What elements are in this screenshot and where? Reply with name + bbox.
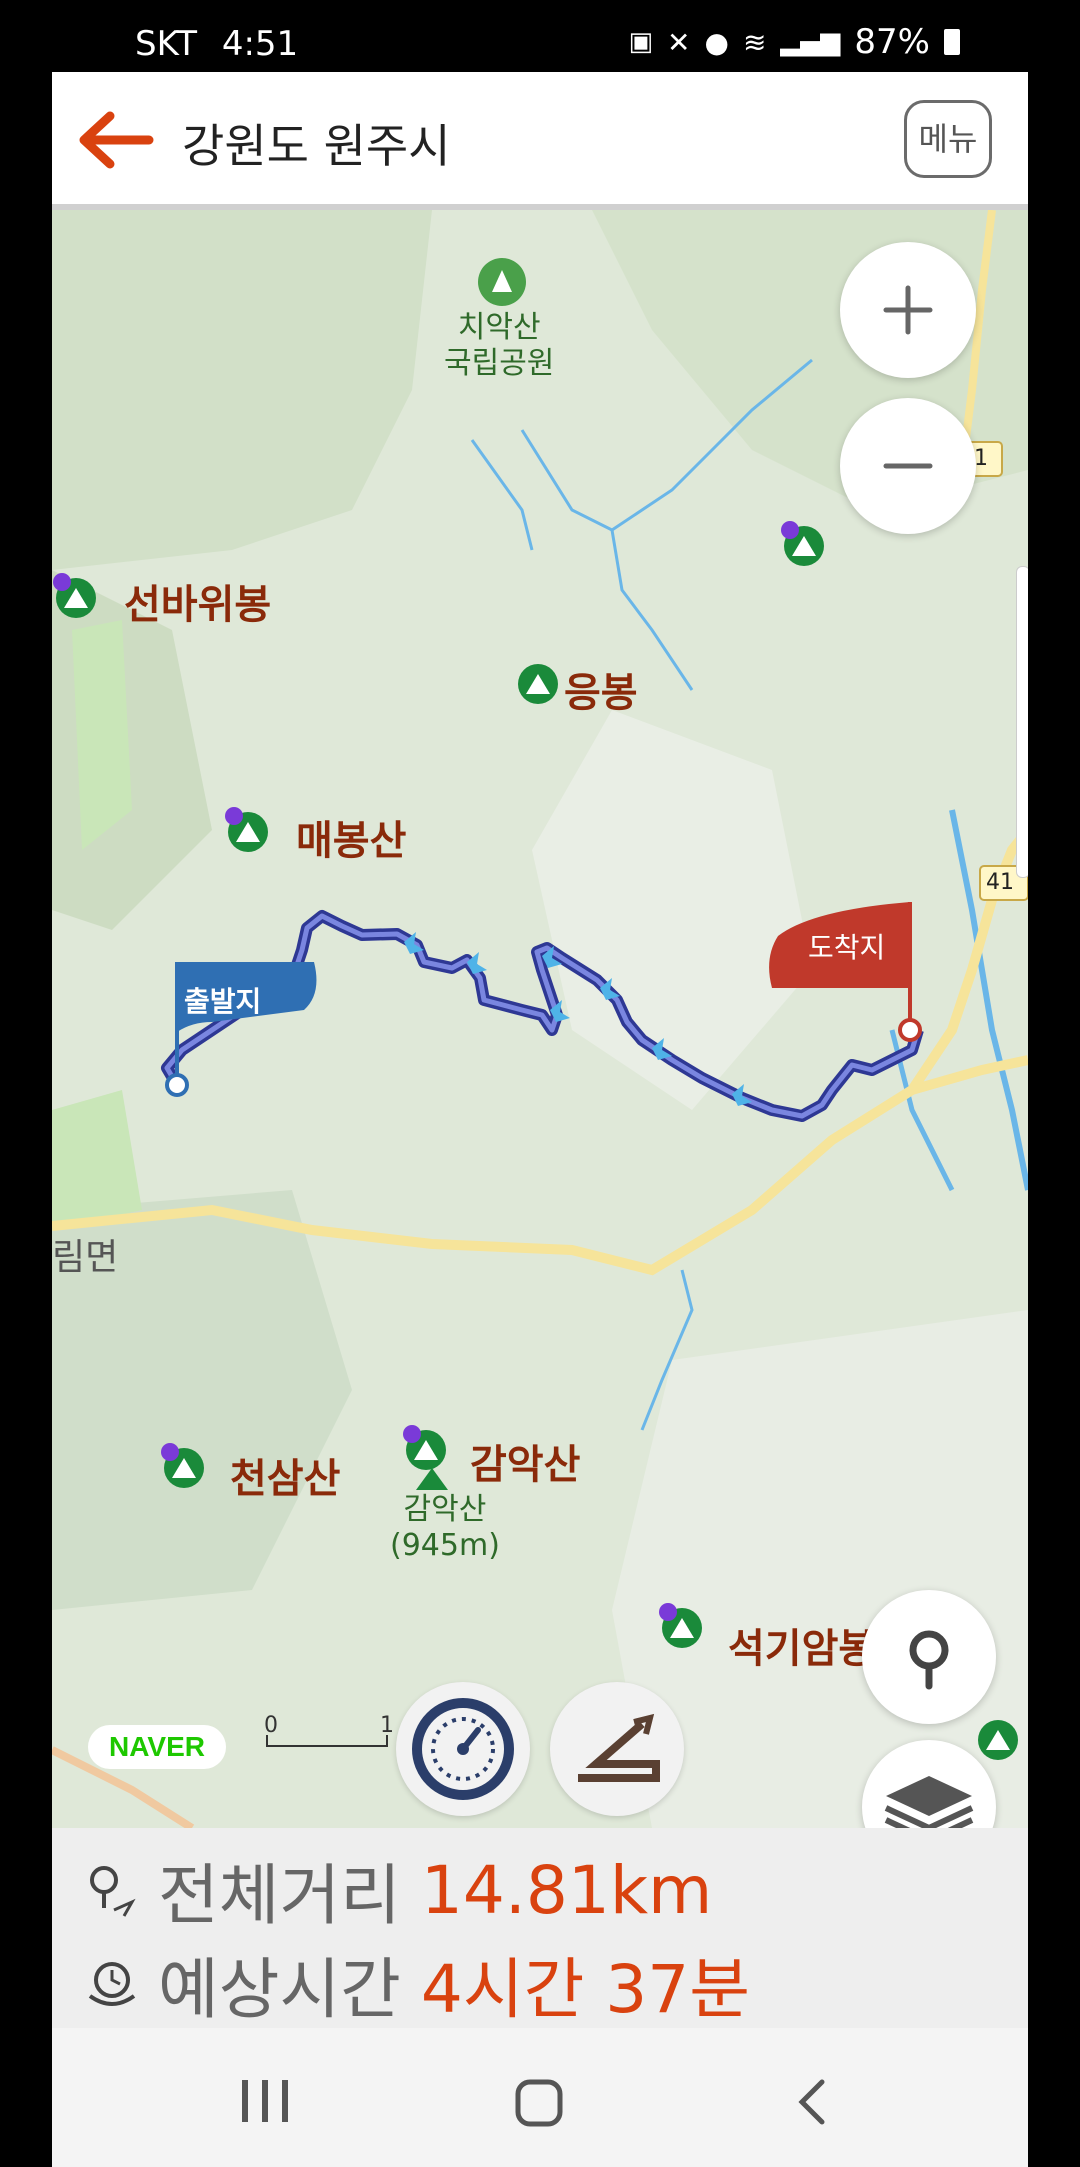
label-seonbawibong: 선바위봉 bbox=[124, 582, 272, 628]
mute-icon: ✕ bbox=[667, 25, 691, 59]
zoom-out-button[interactable] bbox=[840, 398, 976, 534]
my-location-button[interactable] bbox=[862, 1590, 996, 1724]
clock: 4:51 bbox=[221, 24, 299, 64]
battery-saver-icon: ▣ bbox=[628, 27, 654, 57]
battery-level: 87% bbox=[854, 22, 930, 62]
label-chiaksan-park: 치악산 국립공원 bbox=[444, 310, 555, 381]
label-rimmyeon: 림면 bbox=[52, 1237, 119, 1278]
map-view[interactable]: 치악산 국립공원 선바위봉 응봉 매봉산 림면 천삼산 감악산 감악산 (945… bbox=[52, 210, 1028, 1828]
time-label: 예상시간 bbox=[158, 1951, 401, 2028]
back-button[interactable] bbox=[74, 110, 154, 170]
distance-value: 14.81km bbox=[420, 1851, 713, 1929]
zoom-in-button[interactable] bbox=[840, 242, 976, 378]
route-info-panel: 전체거리 14.81km 예상시간 4시간 37분 bbox=[52, 1828, 1028, 2028]
start-flag-label: 출발지 bbox=[184, 985, 262, 1018]
label-maebongsan: 매봉산 bbox=[296, 818, 407, 864]
time-value: 4시간 37분 bbox=[420, 1951, 751, 2028]
back-nav-icon bbox=[798, 2079, 825, 2125]
page-title: 강원도 원주시 bbox=[182, 119, 451, 173]
battery-icon bbox=[944, 29, 960, 55]
distance-label: 전체거리 bbox=[158, 1857, 401, 1934]
elevation-button[interactable] bbox=[550, 1682, 684, 1816]
layers-button[interactable] bbox=[862, 1740, 996, 1828]
label-gamaksan: 감악산 bbox=[470, 1442, 581, 1488]
location-icon bbox=[909, 1630, 949, 1690]
elevation-icon bbox=[578, 1713, 660, 1782]
carrier: SKT bbox=[135, 24, 198, 64]
time-icon bbox=[88, 1962, 136, 2006]
label-eungbong: 응봉 bbox=[564, 670, 638, 716]
nav-buttons bbox=[242, 2079, 825, 2127]
road-shield-41: 41 bbox=[986, 870, 1014, 895]
location-status-icon: ● bbox=[704, 25, 729, 59]
speedometer-button[interactable] bbox=[396, 1682, 530, 1816]
end-flag-label: 도착지 bbox=[808, 931, 886, 964]
layers-icon bbox=[884, 1776, 974, 1828]
back-arrow-icon bbox=[79, 111, 154, 169]
menu-button[interactable]: 메뉴 bbox=[904, 100, 992, 178]
zoom-in-icon bbox=[883, 285, 933, 335]
road-shield-1: 1 bbox=[974, 446, 988, 471]
signal-icon: ▂▄▆ bbox=[780, 27, 841, 57]
naver-logo: NAVER bbox=[88, 1725, 226, 1769]
home-icon bbox=[515, 2079, 563, 2127]
app-screen: 강원도 원주시 메뉴 치악산 국립공원 선바위봉 응봉 매봉산 림면 천삼산 감… bbox=[52, 72, 1028, 2167]
label-gamaksan-elevation: 감악산 (945m) bbox=[390, 1492, 500, 1563]
distance-icon bbox=[90, 1866, 136, 1917]
system-nav-bar bbox=[52, 2028, 1028, 2167]
header: 강원도 원주시 메뉴 bbox=[52, 72, 1028, 210]
wifi-icon: ≋ bbox=[742, 25, 767, 59]
speedometer-icon bbox=[412, 1698, 514, 1800]
zoom-out-icon bbox=[883, 463, 933, 469]
recents-icon bbox=[242, 2080, 288, 2122]
map-side-handle[interactable] bbox=[1016, 566, 1028, 878]
status-bar: SKT 4:51 ▣ ✕ ● ≋ ▂▄▆ 87% bbox=[0, 0, 1080, 72]
label-cheonsamsan: 천삼산 bbox=[230, 1456, 341, 1502]
label-seokgiambong: 석기암봉 bbox=[728, 1626, 876, 1672]
scale-bar: 0 1 bbox=[264, 1713, 394, 1753]
